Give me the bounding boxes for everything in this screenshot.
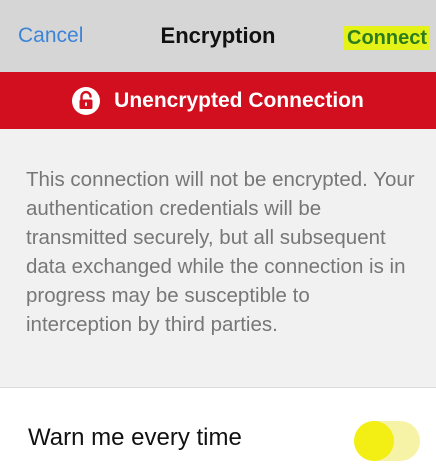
description-text: This connection will not be encrypted. Y…: [26, 168, 415, 336]
navigation-bar: Cancel Encryption Connect: [0, 0, 436, 72]
warn-label: Warn me every time: [28, 424, 242, 451]
warn-toggle[interactable]: [354, 421, 420, 461]
lock-open-icon: [72, 86, 101, 115]
banner-text: Unencrypted Connection: [114, 88, 364, 112]
description-panel: This connection will not be encrypted. Y…: [0, 129, 436, 388]
warn-setting-row: Warn me every time: [0, 388, 436, 467]
unencrypted-warning-banner: Unencrypted Connection: [0, 72, 436, 129]
toggle-knob: [354, 421, 394, 461]
connect-button[interactable]: Connect: [344, 26, 430, 50]
